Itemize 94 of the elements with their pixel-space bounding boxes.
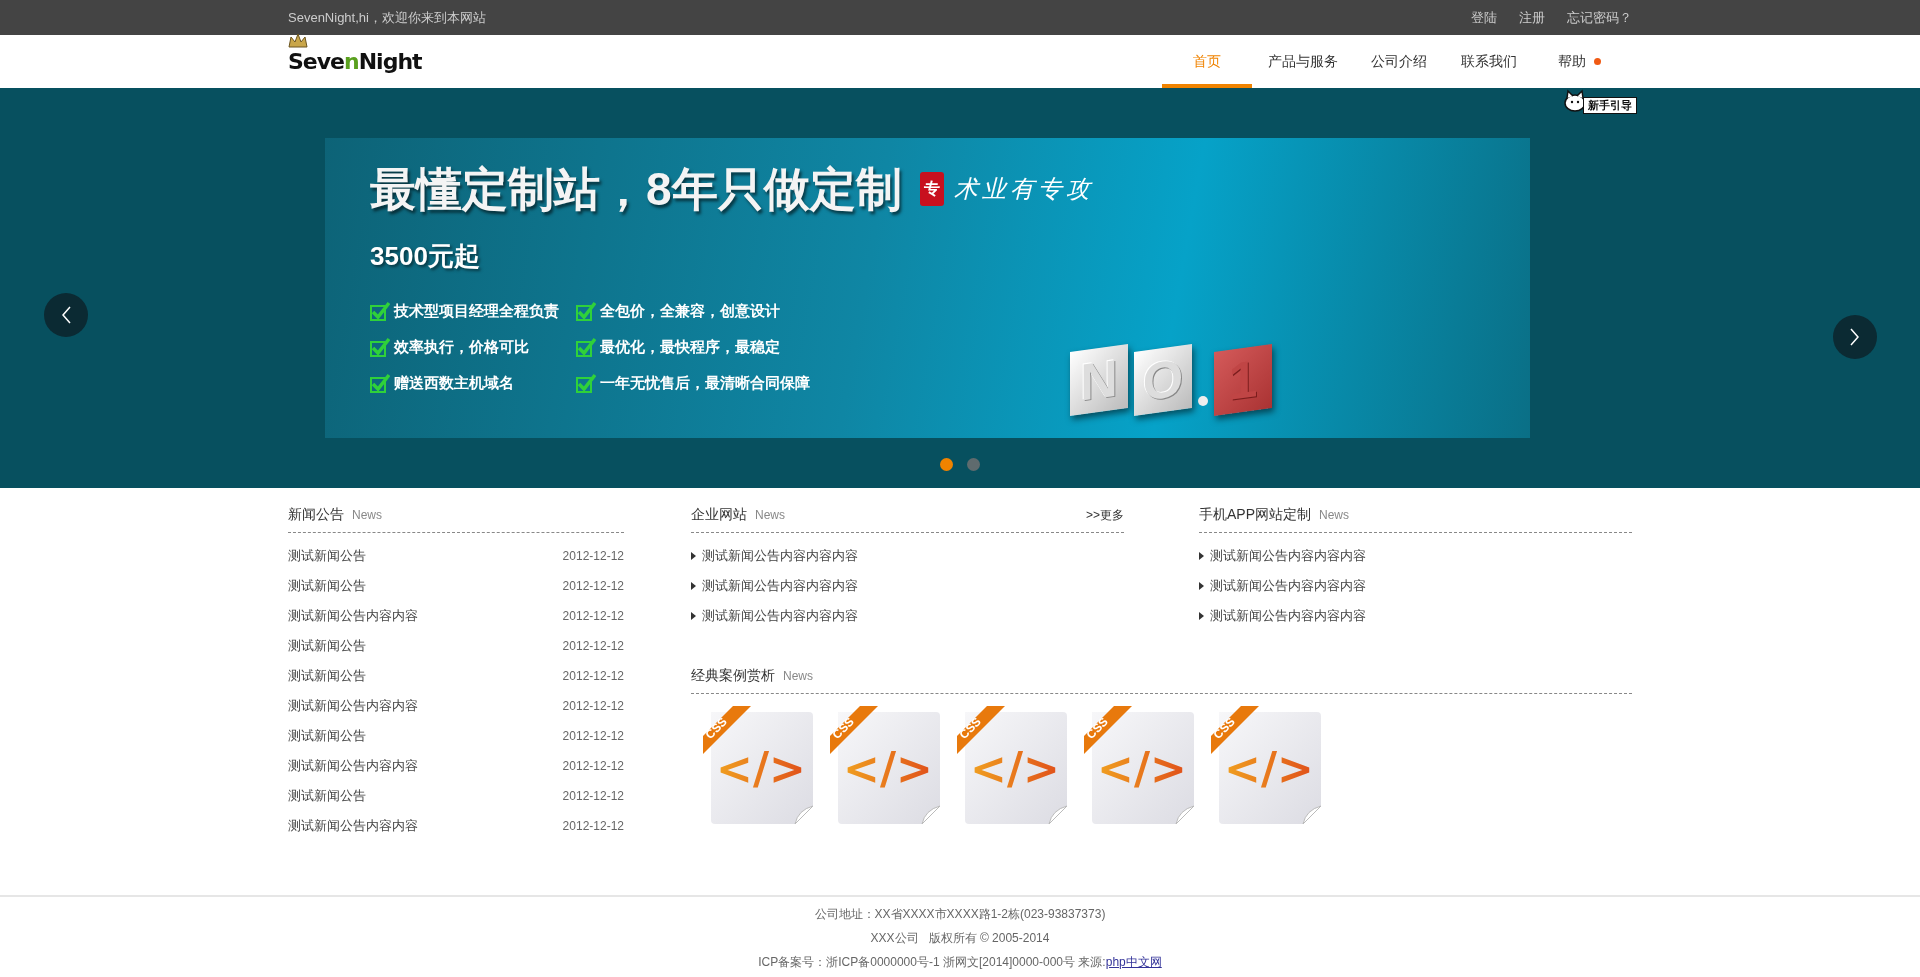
feature-item: 最优化，最快程序，最稳定: [576, 335, 836, 358]
ribbon-label: CSS: [1083, 714, 1111, 742]
source-link[interactable]: php中文网: [1105, 955, 1162, 969]
news-link[interactable]: 测试新闻公告内容内容: [288, 606, 418, 626]
news-link[interactable]: 测试新闻公告: [288, 726, 366, 746]
feature-item: 效率执行，价格可比: [370, 335, 576, 358]
notification-dot: [1593, 58, 1601, 65]
ribbon-label: CSS: [956, 714, 984, 742]
news-date: 2012-12-12: [562, 788, 624, 805]
slide-indicator[interactable]: [967, 458, 980, 471]
checkmark-icon: [370, 300, 390, 321]
ribbon-label: CSS: [829, 714, 857, 742]
code-glyph: </>: [1224, 743, 1314, 794]
dot-drawing: [1198, 396, 1208, 406]
banner-slogan: 术业有专攻: [953, 174, 1094, 206]
news-date: 2012-12-12: [562, 698, 624, 715]
chevron-left-icon: [60, 305, 72, 325]
news-link[interactable]: 测试新闻公告内容内容: [288, 696, 418, 716]
news-date: 2012-12-12: [562, 728, 624, 745]
logo-text[interactable]: Night: [358, 49, 422, 74]
more-link[interactable]: >>更多: [1086, 506, 1124, 524]
letter-tile: 1: [1214, 343, 1272, 417]
triangle-bullet-icon: [691, 552, 696, 560]
code-glyph: </>: [716, 743, 806, 794]
guide-badge[interactable]: 新手引导: [1583, 97, 1637, 114]
news-link[interactable]: 测试新闻公告内容内容内容: [702, 546, 858, 566]
logo-text[interactable]: Seve: [288, 49, 345, 74]
top-link[interactable]: 忘记密码？: [1567, 7, 1632, 28]
checkmark-icon: [370, 372, 390, 393]
news-link[interactable]: 测试新闻公告内容内容内容: [1210, 606, 1366, 626]
section-subtitle: News: [1319, 507, 1350, 524]
checkmark-icon: [576, 336, 596, 357]
ribbon-label: CSS: [1210, 714, 1238, 742]
feature-item: 赠送西数主机域名: [370, 371, 576, 394]
letter-tile: N: [1070, 343, 1128, 417]
checkmark-icon: [370, 336, 390, 357]
news-link[interactable]: 测试新闻公告: [288, 636, 366, 656]
section-title: 新闻公告: [288, 505, 344, 524]
greeting-text: SevenNight,hi，欢迎你来到本网站: [288, 8, 486, 27]
icp-text: ICP备案号：浙ICP备0000000号-1 浙网文[2014]0000-000号 来源:: [758, 955, 1106, 969]
news-date: 2012-12-12: [562, 668, 624, 685]
checkmark-icon: [576, 300, 596, 321]
section-title: 经典案例赏析: [691, 666, 775, 685]
ribbon-label: CSS: [702, 714, 730, 742]
letter-tile: O: [1134, 343, 1192, 417]
news-link[interactable]: 测试新闻公告内容内容: [288, 816, 418, 836]
previous-slide-button[interactable]: [44, 293, 88, 337]
nav-link[interactable]: 产品与服务: [1252, 35, 1354, 88]
triangle-bullet-icon: [691, 582, 696, 590]
nav-link[interactable]: 联系我们: [1444, 35, 1534, 88]
news-link[interactable]: 测试新闻公告: [288, 786, 366, 806]
news-link[interactable]: 测试新闻公告: [288, 576, 366, 596]
news-link[interactable]: 测试新闻公告: [288, 666, 366, 686]
triangle-bullet-icon: [1199, 552, 1204, 560]
news-date: 2012-12-12: [562, 638, 624, 655]
address-text: 公司地址：XX省XXXX市XXXX路1-2栋(023-93837373): [813, 906, 1107, 923]
news-link[interactable]: 测试新闻公告: [288, 546, 366, 566]
seal-stamp: 专: [919, 172, 944, 207]
top-link[interactable]: 注册: [1519, 7, 1545, 28]
section-subtitle: News: [755, 507, 785, 524]
copyright-text: XXX公司 版权所有 © 2005-2014: [869, 930, 1051, 947]
news-link[interactable]: 测试新闻公告内容内容内容: [1210, 546, 1366, 566]
nav-link[interactable]: 公司介绍: [1354, 35, 1444, 88]
code-glyph: </>: [970, 743, 1060, 794]
section-subtitle: News: [783, 668, 813, 685]
chevron-right-icon: [1849, 327, 1861, 347]
news-link[interactable]: 测试新闻公告内容内容内容: [702, 576, 858, 596]
checkmark-icon: [576, 372, 596, 393]
slide-indicator[interactable]: [940, 458, 953, 471]
section-title: 手机APP网站定制: [1199, 505, 1311, 524]
triangle-bullet-icon: [1199, 582, 1204, 590]
banner-price: 3500元起: [370, 239, 481, 273]
news-link[interactable]: 测试新闻公告内容内容内容: [1210, 576, 1366, 596]
top-link[interactable]: 登陆: [1471, 7, 1497, 28]
news-date: 2012-12-12: [562, 608, 624, 625]
news-date: 2012-12-12: [562, 578, 624, 595]
code-glyph: </>: [1097, 743, 1187, 794]
news-date: 2012-12-12: [562, 758, 624, 775]
nav-link[interactable]: 帮助: [1534, 35, 1624, 88]
news-date: 2012-12-12: [562, 818, 624, 835]
section-title: 企业网站: [691, 505, 747, 524]
next-slide-button[interactable]: [1833, 315, 1877, 359]
news-date: 2012-12-12: [562, 548, 624, 565]
crown-icon: [288, 33, 308, 48]
feature-item: 一年无忧售后，最清晰合同保障: [576, 371, 836, 394]
banner-headline: 最懂定制站，8年只做定制: [370, 164, 902, 215]
feature-item: 全包价，全兼容，创意设计: [576, 299, 836, 322]
feature-item: 技术型项目经理全程负责: [370, 299, 576, 322]
code-glyph: </>: [843, 743, 933, 794]
section-subtitle: News: [352, 507, 382, 524]
triangle-bullet-icon: [1199, 612, 1204, 620]
triangle-bullet-icon: [691, 612, 696, 620]
news-link[interactable]: 测试新闻公告内容内容内容: [702, 606, 858, 626]
news-link[interactable]: 测试新闻公告内容内容: [288, 756, 418, 776]
